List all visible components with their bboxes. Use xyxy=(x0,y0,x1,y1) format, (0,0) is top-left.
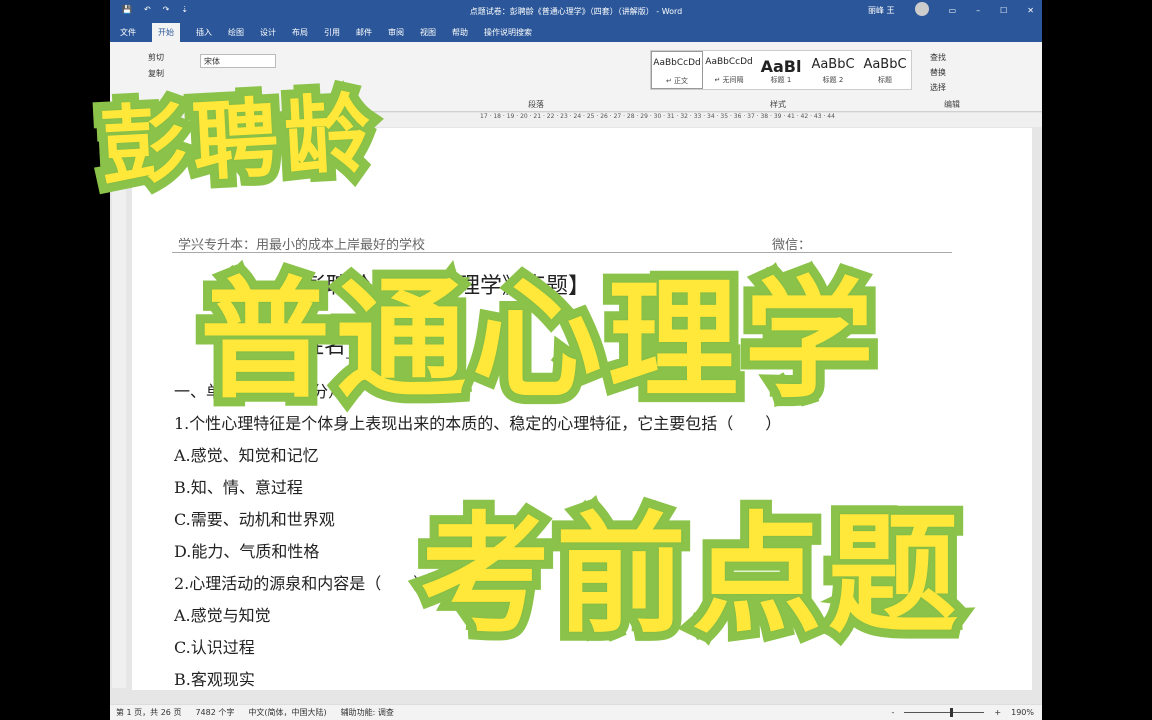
title-bar: 💾 ↶ ↷ ⇣ 点题试卷：彭聘龄《普通心理学》（四套）（讲解版） - Word … xyxy=(110,0,1042,22)
close-button[interactable]: ✕ xyxy=(1027,6,1034,15)
tab-references[interactable]: 引用 xyxy=(324,27,340,38)
editing-group: 查找 替换 选择 xyxy=(930,50,946,95)
minimize-button[interactable]: – xyxy=(976,6,980,15)
zoom-slider[interactable] xyxy=(904,708,985,717)
language[interactable]: 中文(简体，中国大陆) xyxy=(248,707,326,718)
tab-layout[interactable]: 布局 xyxy=(292,27,308,38)
vertical-ruler[interactable] xyxy=(112,128,126,688)
ribbon-display-button[interactable]: ▭ xyxy=(949,6,957,15)
tab-review[interactable]: 审阅 xyxy=(388,27,404,38)
maximize-button[interactable]: ☐ xyxy=(1000,6,1007,15)
style-heading-2[interactable]: AaBbC 标题 2 xyxy=(807,51,859,89)
tab-view[interactable]: 视图 xyxy=(420,27,436,38)
option: D.能力、气质和性格 xyxy=(174,542,320,561)
tab-mailings[interactable]: 邮件 xyxy=(356,27,372,38)
option: A.感觉、知觉和记忆 xyxy=(174,446,319,465)
style-title[interactable]: AaBbC 标题 xyxy=(859,51,911,89)
option: C.需要、动机和世界观 xyxy=(174,510,335,529)
option: A.感觉与知觉 xyxy=(174,606,271,625)
select-button[interactable]: 选择 xyxy=(930,80,946,95)
style-normal[interactable]: AaBbCcDd ↵ 正文 xyxy=(651,51,703,89)
ribbon-tabs: 文件 开始 插入 绘图 设计 布局 引用 邮件 审阅 视图 帮助 操作说明搜索 xyxy=(110,22,1042,42)
tab-home[interactable]: 开始 xyxy=(152,22,180,42)
tab-insert[interactable]: 插入 xyxy=(196,27,212,38)
option: B.知、情、意过程 xyxy=(174,478,303,497)
tell-me-search[interactable]: 操作说明搜索 xyxy=(484,27,532,38)
tab-draw[interactable]: 绘图 xyxy=(228,27,244,38)
zoom-control: - + 190% xyxy=(892,708,1034,717)
styles-group-label: 样式 xyxy=(770,100,786,109)
zoom-in-button[interactable]: + xyxy=(994,708,1001,717)
accessibility-status[interactable]: 辅助功能: 调查 xyxy=(341,707,394,718)
page-count[interactable]: 第 1 页，共 26 页 xyxy=(116,707,181,718)
avatar[interactable] xyxy=(914,2,929,16)
zoom-level[interactable]: 190% xyxy=(1011,708,1034,717)
option: C.认识过程 xyxy=(174,638,255,657)
tab-help[interactable]: 帮助 xyxy=(452,27,468,38)
user-name[interactable]: 丽峰 王 xyxy=(868,5,895,16)
tab-design[interactable]: 设计 xyxy=(260,27,276,38)
option: B.客观现实 xyxy=(174,670,255,689)
find-button[interactable]: 查找 xyxy=(930,50,946,65)
cut-button[interactable]: 剪切 xyxy=(148,52,164,63)
replace-button[interactable]: 替换 xyxy=(930,65,946,80)
overlay-subject: 普通心理学 xyxy=(191,255,883,425)
font-name-select[interactable]: 宋体 xyxy=(200,54,276,68)
style-no-spacing[interactable]: AaBbCcDd ↵ 无间隔 xyxy=(703,51,755,89)
question: 2.心理活动的源泉和内容是（ ） xyxy=(174,574,430,593)
overlay-tagline: 考前点题 xyxy=(411,490,967,660)
styles-gallery: AaBbCcDd ↵ 正文 AaBbCcDd ↵ 无间隔 AaBl 标题 1 AaBb… xyxy=(650,50,912,90)
word-count[interactable]: 7482 个字 xyxy=(195,707,234,718)
zoom-out-button[interactable]: - xyxy=(892,708,895,717)
overlay-author: 彭聘龄 xyxy=(89,75,388,207)
style-heading-1[interactable]: AaBl 标题 1 xyxy=(755,51,807,89)
tab-file[interactable]: 文件 xyxy=(120,27,136,38)
status-bar: 第 1 页，共 26 页 7482 个字 中文(简体，中国大陆) 辅助功能: 调… xyxy=(110,704,1042,720)
paragraph-group-label: 段落 xyxy=(528,100,544,109)
editing-group-label: 编辑 xyxy=(944,100,960,109)
